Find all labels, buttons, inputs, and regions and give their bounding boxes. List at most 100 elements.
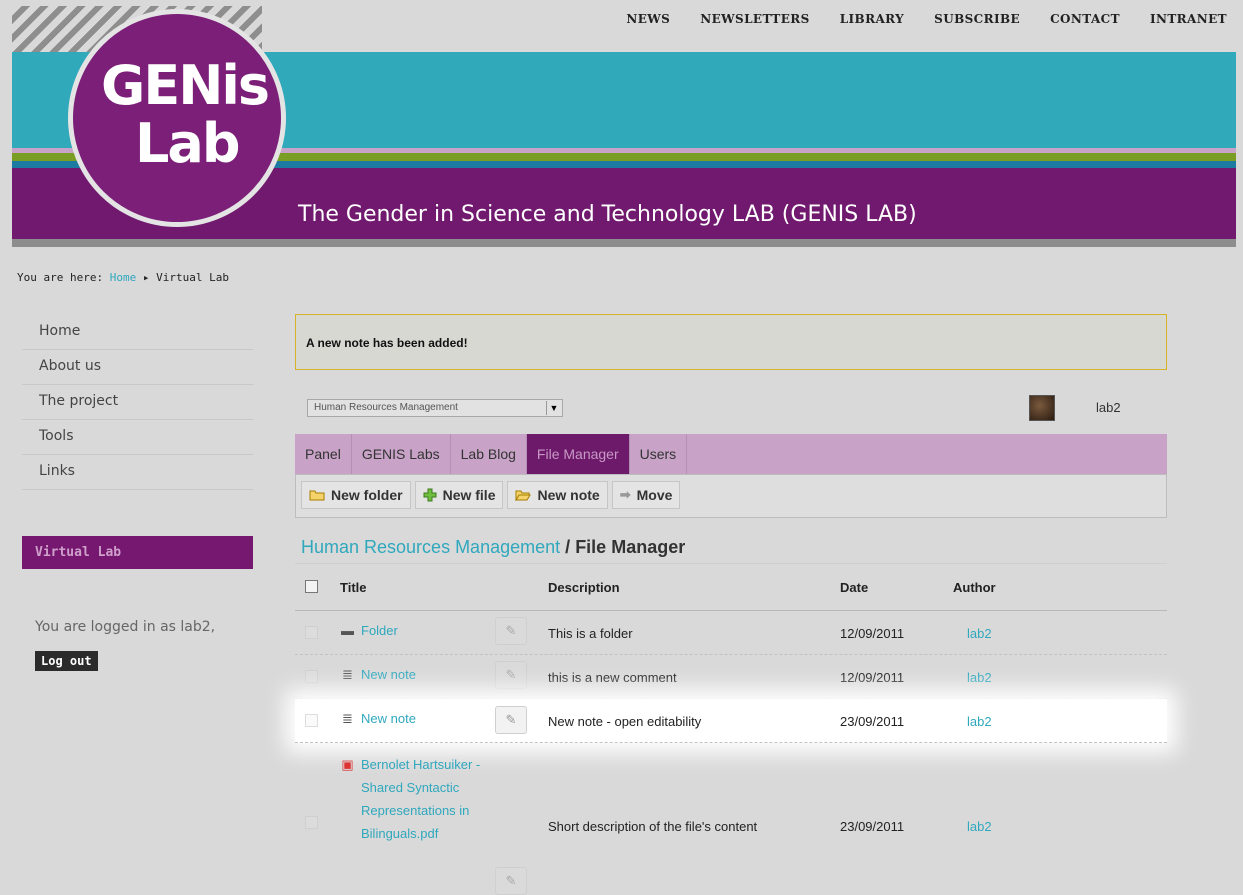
heading-title: File Manager bbox=[575, 537, 686, 557]
row-author-link[interactable]: lab2 bbox=[967, 819, 992, 834]
row-title-cell: ▬ Folder bbox=[340, 623, 398, 638]
column-description: Description bbox=[548, 580, 620, 595]
move-button[interactable]: ➡ Move bbox=[611, 481, 681, 509]
pdf-icon: ▣ bbox=[341, 757, 354, 772]
dropdown-arrow-icon[interactable]: ▼ bbox=[546, 401, 561, 415]
site-header: GENis Lab The Gender in Science and Tech… bbox=[0, 0, 1243, 250]
new-folder-label: New folder bbox=[331, 487, 403, 503]
row-checkbox[interactable] bbox=[305, 670, 318, 683]
sidebar-item-the-project[interactable]: The project bbox=[22, 385, 253, 420]
topnav-newsletters[interactable]: NEWSLETTERS bbox=[700, 12, 809, 26]
new-file-button[interactable]: New file bbox=[414, 481, 504, 509]
row-author-link[interactable]: lab2 bbox=[967, 626, 992, 641]
row-title-cell: ≣ New note bbox=[340, 667, 416, 683]
open-folder-icon bbox=[515, 490, 532, 501]
heading-separator: / bbox=[565, 537, 571, 557]
move-label: Move bbox=[636, 487, 673, 503]
sidebar-item-links[interactable]: Links bbox=[22, 455, 253, 490]
logo-text-lab: Lab bbox=[135, 112, 241, 175]
breadcrumb-separator-icon: ▸ bbox=[142, 271, 150, 284]
edit-pencil-icon[interactable]: ✎ bbox=[495, 706, 527, 734]
edit-pencil-icon[interactable]: ✎ bbox=[495, 617, 527, 645]
top-navigation: NEWS NEWSLETTERS LIBRARY SUBSCRIBE CONTA… bbox=[626, 12, 1227, 26]
user-name: lab2 bbox=[1096, 400, 1121, 415]
row-description: Short description of the file's content bbox=[548, 819, 758, 834]
row-title-link[interactable]: Folder bbox=[361, 623, 398, 638]
topnav-intranet[interactable]: INTRANET bbox=[1150, 12, 1227, 26]
file-toolbar: New folder New file New note ➡ Move bbox=[295, 474, 1167, 518]
tab-panel[interactable]: Panel bbox=[295, 434, 352, 474]
tab-lab-blog[interactable]: Lab Blog bbox=[451, 434, 527, 474]
lab-select[interactable]: Human Resources Management ▼ bbox=[307, 399, 563, 417]
note-icon: ≣ bbox=[342, 711, 353, 726]
logged-in-text: You are logged in as lab2, bbox=[35, 619, 216, 635]
folder-icon bbox=[309, 490, 325, 501]
sidebar-item-tools[interactable]: Tools bbox=[22, 420, 253, 455]
logo-text-genis: GENis bbox=[101, 54, 270, 117]
virtual-lab-section-title: Virtual Lab bbox=[22, 536, 253, 569]
tab-file-manager[interactable]: File Manager bbox=[526, 434, 630, 474]
edit-pencil-icon[interactable]: ✎ bbox=[495, 661, 527, 689]
notice-message: A new note has been added! bbox=[295, 314, 1167, 370]
topnav-library[interactable]: LIBRARY bbox=[840, 12, 904, 26]
file-table: Title Description Date Author ▬ Folder ✎ … bbox=[295, 563, 1167, 895]
table-row: ▬ Folder ✎ This is a folder 12/09/2011 la… bbox=[295, 611, 1167, 655]
row-author-link[interactable]: lab2 bbox=[967, 714, 992, 729]
breadcrumb: You are here: Home ▸ Virtual Lab bbox=[17, 271, 229, 284]
tab-genis-labs[interactable]: GENIS Labs bbox=[352, 434, 451, 474]
row-checkbox[interactable] bbox=[305, 816, 318, 829]
genis-lab-logo[interactable]: GENis Lab bbox=[68, 9, 286, 227]
user-avatar[interactable] bbox=[1029, 395, 1055, 421]
lab-tabs: Panel GENIS Labs Lab Blog File Manager U… bbox=[295, 434, 1167, 474]
row-date: 23/09/2011 bbox=[840, 819, 905, 834]
row-date: 12/09/2011 bbox=[840, 670, 905, 685]
select-all-checkbox[interactable] bbox=[305, 580, 318, 593]
new-file-label: New file bbox=[442, 487, 496, 503]
row-title-cell: ≣ New note bbox=[340, 711, 416, 727]
table-row: ▣ Bernolet Hartsuiker - Shared Syntactic … bbox=[295, 743, 1167, 895]
new-folder-button[interactable]: New folder bbox=[301, 481, 411, 509]
row-checkbox[interactable] bbox=[305, 714, 318, 727]
row-description: This is a folder bbox=[548, 626, 633, 641]
lab-select-value: Human Resources Management bbox=[314, 402, 458, 413]
plus-icon bbox=[423, 488, 437, 502]
topnav-contact[interactable]: CONTACT bbox=[1050, 12, 1120, 26]
sidebar-menu: Home About us The project Tools Links bbox=[22, 315, 253, 490]
row-title-cell: ▣ Bernolet Hartsuiker - Shared Syntactic … bbox=[340, 753, 480, 845]
row-title-link[interactable]: New note bbox=[361, 711, 416, 726]
lab-name-link[interactable]: Human Resources Management bbox=[301, 537, 560, 557]
note-icon: ≣ bbox=[342, 667, 353, 682]
logout-button[interactable]: Log out bbox=[35, 651, 98, 671]
arrow-right-icon: ➡ bbox=[619, 487, 631, 502]
file-manager-heading: Human Resources Management / File Manage… bbox=[301, 537, 685, 558]
new-note-label: New note bbox=[537, 487, 600, 503]
breadcrumb-current: Virtual Lab bbox=[156, 271, 229, 284]
row-date: 12/09/2011 bbox=[840, 626, 905, 641]
tab-users[interactable]: Users bbox=[630, 434, 688, 474]
column-date: Date bbox=[840, 580, 869, 595]
table-row-highlighted: ≣ New note ✎ New note - open editability … bbox=[295, 699, 1167, 743]
topnav-news[interactable]: NEWS bbox=[626, 12, 670, 26]
table-header-row: Title Description Date Author bbox=[295, 563, 1167, 611]
folder-icon: ▬ bbox=[341, 623, 354, 638]
row-author-link[interactable]: lab2 bbox=[967, 670, 992, 685]
row-description: New note - open editability bbox=[548, 714, 702, 729]
row-checkbox[interactable] bbox=[305, 626, 318, 639]
row-title-link-line1[interactable]: Bernolet Hartsuiker - bbox=[361, 757, 480, 772]
sidebar-item-about-us[interactable]: About us bbox=[22, 350, 253, 385]
row-title-link-line4[interactable]: Bilinguals.pdf bbox=[361, 826, 438, 841]
row-description: this is a new comment bbox=[548, 670, 677, 685]
row-date: 23/09/2011 bbox=[840, 714, 905, 729]
sidebar-item-home[interactable]: Home bbox=[22, 315, 253, 350]
new-note-button[interactable]: New note bbox=[507, 481, 608, 509]
topnav-subscribe[interactable]: SUBSCRIBE bbox=[934, 12, 1020, 26]
breadcrumb-prefix: You are here: bbox=[17, 271, 104, 284]
row-title-link[interactable]: New note bbox=[361, 667, 416, 682]
row-title-link-line2[interactable]: Shared Syntactic bbox=[361, 780, 459, 795]
breadcrumb-home-link[interactable]: Home bbox=[110, 271, 137, 284]
row-title-link-line3[interactable]: Representations in bbox=[361, 803, 469, 818]
table-row: ≣ New note ✎ this is a new comment 12/09/… bbox=[295, 655, 1167, 699]
banner-gray-line bbox=[12, 239, 1236, 247]
column-title: Title bbox=[340, 580, 367, 595]
column-author: Author bbox=[953, 580, 996, 595]
